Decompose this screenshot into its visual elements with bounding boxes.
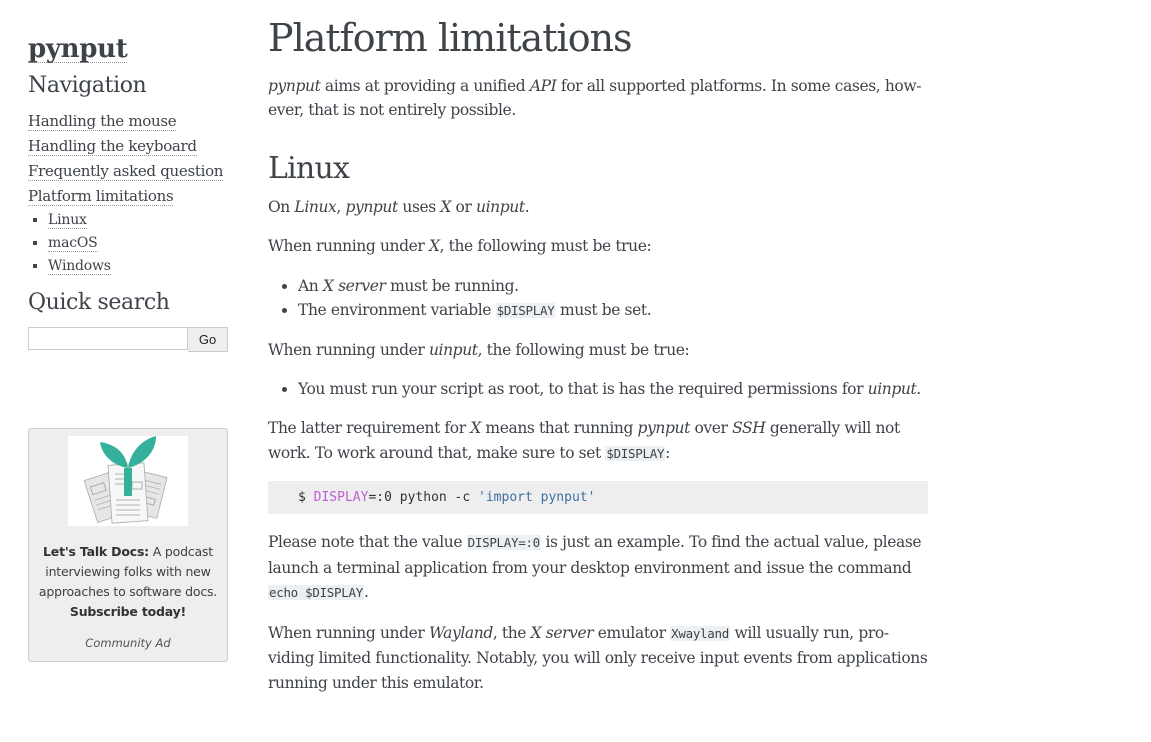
inline-code: Xwayland [670, 625, 730, 641]
emphasis: uinput [428, 340, 478, 359]
text: Please note that the value [268, 533, 467, 552]
nav-link-macos[interactable]: macOS [48, 235, 98, 253]
nav-link-handling-keyboard[interactable]: Handling the keyboard [28, 137, 197, 157]
text: , the following must be true: [477, 340, 690, 359]
logo-link[interactable]: pynput [28, 36, 128, 63]
nav-list: Handling the mouse Handling the keyboard… [28, 109, 228, 278]
linux-paragraph-4: The latter requirement for X means that … [268, 416, 928, 466]
sidebar: pynput Navigation Handling the mouse Han… [28, 30, 228, 352]
list-item: You must run your script as root, to tha… [298, 377, 928, 401]
text: . [363, 583, 369, 602]
nav-sublist: Linux macOS Windows [28, 209, 228, 278]
community-ad[interactable]: Let's Talk Docs: A podcast interviewing … [28, 428, 228, 662]
emphasis: Wayland [428, 623, 493, 642]
inline-code: $DISPLAY [495, 302, 556, 318]
page-title: Platform limitations [268, 16, 633, 60]
nav-subitem: Linux [48, 209, 228, 232]
text: When running under [268, 623, 429, 642]
emphasis: pynput [345, 197, 398, 216]
search-form: Go [28, 326, 228, 352]
nav-subitem: macOS [48, 232, 228, 255]
nav-item: Handling the mouse [28, 109, 228, 134]
navigation-heading: Navigation [28, 73, 147, 98]
emphasis: X [440, 197, 452, 216]
text: An [298, 276, 323, 295]
text: means that running [480, 419, 638, 438]
code-block: $ DISPLAY=:0 python -c 'import pynput' [268, 481, 928, 515]
text: , the [492, 623, 531, 642]
ad-label: Community Ad [85, 636, 171, 650]
inline-code: echo $DISPLAY [268, 585, 364, 601]
text: : [665, 443, 670, 462]
code-text: =:0 python -c [368, 490, 479, 506]
nav-item: Handling the keyboard [28, 134, 228, 159]
emphasis: API [529, 76, 557, 95]
quick-search-heading: Quick search [28, 290, 170, 316]
text: You must run your script as root, to tha… [298, 380, 868, 399]
linux-paragraph-1: On Linux, pynput uses X or uinput. [268, 195, 928, 220]
emphasis: pynput [637, 419, 691, 438]
list-item: An X server must be running. [298, 274, 928, 298]
text: aims at providing a unified [320, 76, 530, 95]
emphasis: X server [322, 276, 386, 295]
code-prompt: $ [298, 490, 314, 506]
inline-code: $DISPLAY [605, 445, 666, 461]
text: . [916, 380, 921, 399]
code-string: 'import pynput' [478, 490, 596, 506]
code-variable: DISPLAY [313, 490, 369, 506]
uinput-requirements-list: You must run your script as root, to tha… [268, 377, 928, 401]
nav-link-platform-limitations[interactable]: Platform limitations [28, 187, 174, 207]
search-input[interactable] [28, 326, 188, 350]
x-requirements-list: An X server must be running. The environ… [268, 274, 928, 323]
ad-cta[interactable]: Subscribe today! [70, 604, 186, 619]
nav-link-linux[interactable]: Linux [48, 212, 87, 230]
inline-code: DISPLAY=:0 [466, 535, 541, 551]
text: over [689, 419, 733, 438]
nav-subitem: Windows [48, 255, 228, 278]
list-item: The environment variable $DISPLAY must b… [298, 298, 928, 323]
text: or [451, 197, 477, 216]
emphasis: X [428, 237, 440, 256]
nav-link-windows[interactable]: Windows [48, 258, 111, 276]
search-go-button[interactable]: Go [188, 326, 228, 352]
emphasis: uinput [867, 380, 917, 399]
text: emulator [593, 623, 671, 642]
ad-title: Let's Talk Docs: [43, 544, 149, 559]
text: must be running. [385, 276, 519, 295]
text: . [524, 197, 530, 216]
emphasis: Linux [294, 197, 337, 216]
text: uses [397, 197, 441, 216]
emphasis: pynput [268, 76, 321, 95]
emphasis: uinput [476, 197, 525, 216]
linux-paragraph-5: Please note that the value DISPLAY=:0 is… [268, 530, 928, 606]
emphasis: X server [530, 623, 594, 642]
nav-item: Frequently asked question [28, 159, 228, 184]
text: When running under [268, 340, 429, 359]
nav-link-handling-mouse[interactable]: Handling the mouse [28, 112, 177, 132]
text: The environment variable [298, 300, 496, 319]
linux-paragraph-3: When running under uinput, the following… [268, 338, 928, 363]
linux-paragraph-6: When running under Wayland, the X server… [268, 621, 928, 696]
emphasis: X [470, 419, 481, 438]
emphasis: SSH [732, 419, 766, 438]
text: The latter requirement for [268, 419, 471, 438]
text: , the following must be true: [439, 237, 652, 256]
ad-text: Let's Talk Docs: A podcast interviewing … [33, 542, 223, 622]
linux-paragraph-2: When running under X, the following must… [268, 234, 928, 259]
text: must be set. [555, 300, 652, 319]
section-heading-linux: Linux [268, 150, 350, 186]
plant-on-documents-icon [68, 436, 188, 526]
text: When running under [268, 237, 429, 256]
main-content: Platform limitations pynput aims at prov… [268, 16, 928, 710]
intro-paragraph: pynput aims at providing a unified API f… [268, 74, 928, 123]
nav-item: Platform limitations Linux macOS Windows [28, 184, 228, 278]
text: On [268, 197, 295, 216]
nav-link-faq[interactable]: Frequently asked question [28, 162, 223, 182]
